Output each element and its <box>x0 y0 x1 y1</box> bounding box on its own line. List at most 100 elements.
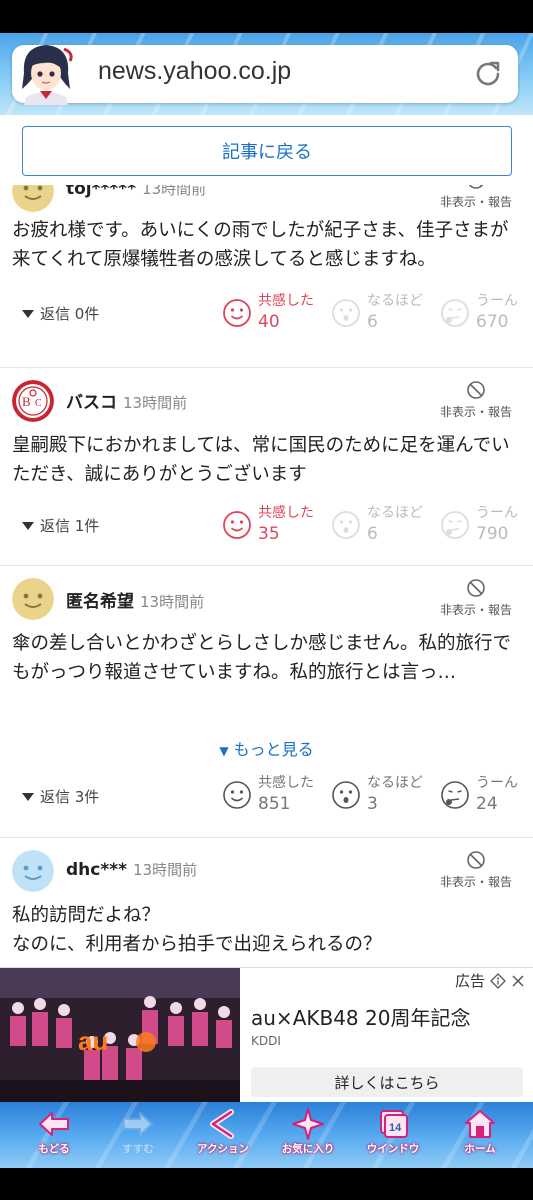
address-bar[interactable]: news.yahoo.co.jp <box>12 45 518 105</box>
forward-button[interactable]: すすむ <box>98 1108 178 1156</box>
window-button[interactable]: 14 ウインドウ <box>353 1108 433 1156</box>
reply-toggle[interactable]: 返信 3件 <box>22 786 99 807</box>
smile-face-icon <box>223 299 251 327</box>
smiley-avatar-icon <box>12 185 54 212</box>
hide-report-label: 非表示・報告 <box>439 603 512 617</box>
reaction-label: 共感した <box>258 775 314 791</box>
comment-item: toj***** 13時間前 非表示・報告 お疲れ様です。あいにくの雨でしたが紀子… <box>0 185 533 368</box>
back-label: もどる <box>38 1143 70 1155</box>
comment-username[interactable]: バスコ 13時間前 <box>66 388 187 413</box>
show-more-link[interactable]: ▼ もっと見る <box>0 736 533 760</box>
ad-title[interactable]: au×AKB48 20周年記念 <box>251 1002 470 1031</box>
reaction-count: 40 <box>258 312 280 332</box>
arrow-right-icon <box>123 1112 153 1136</box>
reaction-insightful[interactable]: なるほど 6 <box>331 504 423 545</box>
block-icon <box>467 381 485 399</box>
ad-banner[interactable]: au 広告 au×AKB48 20周年記念 KDDI 詳しくはこちら <box>0 967 533 1103</box>
reply-toggle[interactable]: 返信 1件 <box>22 515 99 536</box>
username-text: バスコ <box>66 393 117 413</box>
reaction-agree[interactable]: 共感した 40 <box>222 292 314 333</box>
reaction-count: 790 <box>476 524 509 544</box>
share-icon <box>210 1109 234 1139</box>
hide-report-label: 非表示・報告 <box>439 875 512 889</box>
home-button[interactable]: ホーム <box>440 1108 520 1156</box>
arrow-left-icon <box>39 1112 69 1136</box>
reaction-hmm[interactable]: うーん 24 <box>440 774 518 815</box>
bookmark-button[interactable]: お気に入り <box>268 1108 348 1156</box>
home-icon <box>465 1110 495 1138</box>
surprised-face-icon <box>332 299 360 327</box>
thinking-face-icon <box>441 511 469 539</box>
reaction-count: 6 <box>367 524 378 544</box>
show-more-label: もっと見る <box>233 740 314 759</box>
reaction-hmm[interactable]: うーん 670 <box>440 292 518 333</box>
reaction-count: 35 <box>258 524 280 544</box>
reaction-agree[interactable]: 共感した 851 <box>222 774 314 815</box>
reaction-hmm[interactable]: うーん 790 <box>440 504 518 545</box>
comment-line: 私的訪問だよね？ <box>12 905 161 926</box>
back-to-article-button[interactable]: 記事に戻る <box>22 126 512 176</box>
reload-icon[interactable] <box>474 59 502 87</box>
smile-face-icon <box>223 781 251 809</box>
reaction-label: 共感した <box>258 505 314 521</box>
hide-report-button[interactable]: 非表示・報告 <box>431 185 521 210</box>
thinking-face-icon <box>441 781 469 809</box>
action-button[interactable]: アクション <box>183 1108 263 1156</box>
reply-count: 返信 3件 <box>40 788 100 806</box>
reaction-count: 6 <box>367 312 378 332</box>
bookmark-label: お気に入り <box>281 1143 335 1155</box>
comment-time: 13時間前 <box>123 394 188 412</box>
home-label: ホーム <box>464 1143 496 1155</box>
reaction-insightful[interactable]: なるほど 6 <box>331 292 423 333</box>
adchoices-icon[interactable] <box>490 972 506 989</box>
ad-label-text: 広告 <box>454 972 485 990</box>
reaction-label: なるほど <box>367 775 423 791</box>
reaction-count: 3 <box>367 794 378 814</box>
ad-sponsor: KDDI <box>251 1034 281 1048</box>
back-button[interactable]: もどる <box>14 1108 94 1156</box>
hide-report-button[interactable]: 非表示・報告 <box>431 578 521 618</box>
comment-username[interactable]: 匿名希望 13時間前 <box>66 587 204 612</box>
hide-report-label: 非表示・報告 <box>439 405 512 419</box>
status-bar <box>0 0 533 33</box>
reaction-insightful[interactable]: なるほど 3 <box>331 774 423 815</box>
url-text[interactable]: news.yahoo.co.jp <box>98 57 291 86</box>
username-text: dhc*** <box>66 860 128 880</box>
character-avatar-icon <box>22 45 73 105</box>
smile-face-icon <box>223 511 251 539</box>
ad-image[interactable]: au <box>0 968 240 1103</box>
comment-body: お疲れ様です。あいにくの雨でしたが紀子さま、佳子さまが来てくれて原爆犠牲者の感涙… <box>12 220 509 270</box>
caret-down-icon <box>22 792 34 801</box>
windows-icon: 14 <box>380 1110 408 1138</box>
reply-toggle[interactable]: 返信 0件 <box>22 303 99 324</box>
surprised-face-icon <box>332 781 360 809</box>
close-icon[interactable] <box>511 974 525 988</box>
window-label: ウインドウ <box>366 1143 420 1155</box>
reaction-count: 670 <box>476 312 509 332</box>
block-icon <box>467 579 485 597</box>
comment-item: dhc*** 13時間前 非表示・報告 私的訪問だよね？ なのに、利用者から拍手で… <box>0 838 533 967</box>
surprised-face-icon <box>332 511 360 539</box>
ad-cta-button[interactable]: 詳しくはこちら <box>251 1067 523 1097</box>
comment-username[interactable]: toj***** 13時間前 <box>66 185 206 199</box>
sparkle-star-icon <box>292 1108 324 1140</box>
username-text: toj***** <box>66 185 137 199</box>
action-label: アクション <box>197 1143 249 1155</box>
reaction-agree[interactable]: 共感した 35 <box>222 504 314 545</box>
reaction-label: なるほど <box>367 293 423 309</box>
reaction-label: 共感した <box>258 293 314 309</box>
reply-count: 返信 0件 <box>40 305 100 323</box>
reaction-count: 851 <box>258 794 291 814</box>
comment-username[interactable]: dhc*** 13時間前 <box>66 859 197 880</box>
reaction-label: うーん <box>476 293 518 309</box>
hide-report-button[interactable]: 非表示・報告 <box>431 850 521 890</box>
window-count: 14 <box>389 1122 402 1134</box>
reaction-label: なるほど <box>367 505 423 521</box>
reaction-label: うーん <box>476 505 518 521</box>
comment-item: B C バスコ 13時間前 非表示・報告 皇嗣殿下におかれましては、常に国民のため… <box>0 368 533 566</box>
username-text: 匿名希望 <box>66 592 134 612</box>
comment-feed: toj***** 13時間前 非表示・報告 お疲れ様です。あいにくの雨でしたが紀子… <box>0 185 533 967</box>
hide-report-button[interactable]: 非表示・報告 <box>431 380 521 420</box>
block-icon <box>467 851 485 869</box>
ad-label[interactable]: 広告 <box>455 970 525 991</box>
